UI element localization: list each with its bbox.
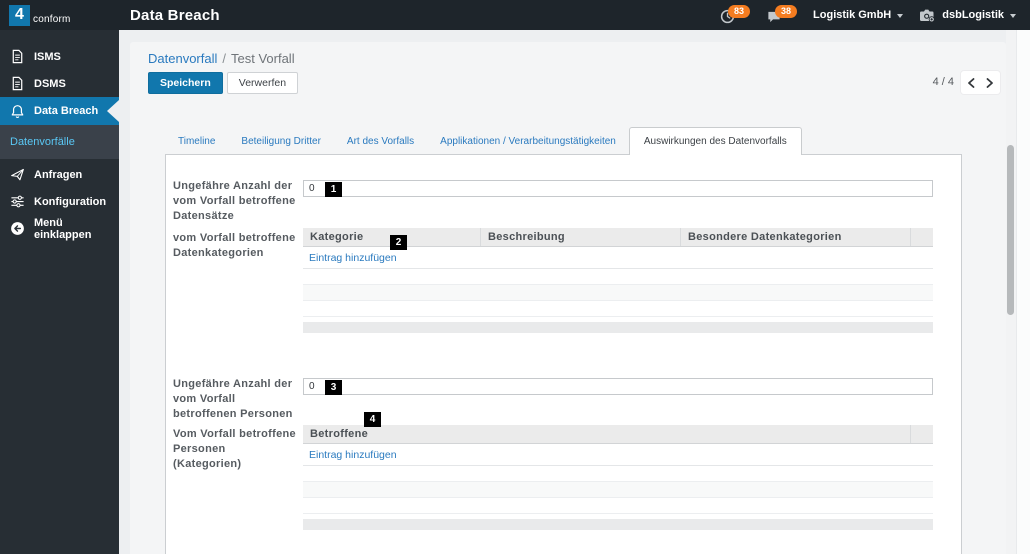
table-row	[303, 482, 933, 498]
sidebar-item-label: Konfiguration	[34, 195, 107, 208]
sidebar-item-label: DSMS	[34, 77, 66, 90]
messages-button[interactable]: 38	[766, 5, 798, 25]
sidebar: ISMS DSMS Data Breach Datenvorfälle Anfr…	[0, 30, 119, 554]
topbar-right: 83 38 Logistik GmbH dsbLogistik	[720, 5, 1030, 25]
breadcrumb: Datenvorfall / Test Vorfall	[148, 51, 295, 66]
som-marker-2: 2	[390, 235, 407, 250]
collapse-arrow-icon	[11, 222, 24, 235]
column-header-betroffene: Betroffene	[303, 425, 911, 443]
column-header-actions	[911, 425, 933, 443]
column-header-actions	[911, 228, 933, 246]
user-menu[interactable]: dsbLogistik	[919, 8, 1016, 23]
sidebar-item-konfiguration[interactable]: Konfiguration	[0, 188, 119, 215]
tab-timeline[interactable]: Timeline	[165, 136, 228, 147]
tab-beteiligung-dritter[interactable]: Beteiligung Dritter	[228, 136, 333, 147]
persons-count-label: Ungefähre Anzahl der vom Vorfall betroff…	[173, 378, 293, 420]
chevron-right-icon	[986, 77, 994, 88]
sidebar-item-label: ISMS	[34, 50, 61, 63]
sidebar-subitem-label: Datenvorfälle	[10, 136, 75, 148]
add-entry-link[interactable]: Eintrag hinzufügen	[309, 449, 397, 461]
breadcrumb-separator: /	[222, 51, 226, 66]
table-row	[303, 269, 933, 285]
record-pagination-indicator: 4 / 4	[932, 76, 954, 88]
sidebar-item-label: Data Breach	[34, 105, 99, 117]
table-footer-bar	[303, 519, 933, 530]
scrollbar-track[interactable]	[1006, 30, 1016, 554]
module-title: Data Breach	[130, 6, 220, 24]
tab-panel: Ungefähre Anzahl der vom Vorfall betroff…	[165, 154, 962, 554]
breadcrumb-current: Test Vorfall	[231, 51, 295, 66]
chevron-down-icon	[897, 13, 904, 18]
som-marker-3: 3	[325, 380, 342, 395]
tab-auswirkungen-des-datenvorfalls[interactable]: Auswirkungen des Datenvorfalls	[628, 127, 802, 155]
record-pager	[961, 71, 1000, 94]
add-entry-link[interactable]: Eintrag hinzufügen	[309, 252, 397, 264]
sidebar-item-collapse-menu[interactable]: Menü einklappen	[0, 215, 119, 242]
save-button[interactable]: Speichern	[148, 72, 223, 94]
tab-bar: Timeline Beteiligung Dritter Art des Vor…	[165, 127, 802, 155]
action-buttons: Speichern Verwerfen	[148, 72, 299, 94]
som-marker-1: 1	[325, 182, 342, 197]
sidebar-item-dsms[interactable]: DSMS	[0, 70, 119, 97]
sidebar-item-label: Menü einklappen	[34, 216, 92, 241]
user-label: dsbLogistik	[942, 9, 1004, 21]
chevron-down-icon	[1010, 13, 1016, 18]
chevron-left-icon	[967, 77, 975, 88]
logo-4-icon: 4	[9, 4, 30, 26]
table-row	[303, 498, 933, 514]
topbar: 4 conform Data Breach 83 38 Logistik Gmb…	[0, 0, 1030, 30]
records-count-label: Ungefähre Anzahl der vom Vorfall betroff…	[173, 180, 296, 222]
table-add-row: Eintrag hinzufügen	[303, 444, 933, 466]
table-row	[303, 301, 933, 317]
sidebar-item-anfragen[interactable]: Anfragen	[0, 161, 119, 188]
reminders-button[interactable]: 83	[720, 5, 751, 25]
breadcrumb-parent-link[interactable]: Datenvorfall	[148, 51, 217, 66]
camera-user-icon	[920, 9, 935, 22]
prev-record-button[interactable]	[964, 75, 978, 91]
discard-button[interactable]: Verwerfen	[226, 72, 299, 94]
table-add-row: Eintrag hinzufügen	[303, 247, 933, 269]
logo-brand-text: conform	[33, 14, 71, 25]
column-header-beschreibung: Beschreibung	[481, 228, 681, 246]
organization-label: Logistik GmbH	[813, 9, 892, 21]
app-logo[interactable]: 4 conform	[0, 4, 119, 26]
records-count-input[interactable]	[303, 180, 933, 197]
document-icon	[12, 76, 23, 91]
sidebar-item-data-breach[interactable]: Data Breach	[0, 97, 119, 125]
sidebar-subitem-datenvorfaelle[interactable]: Datenvorfälle	[0, 125, 119, 159]
som-marker-4: 4	[364, 412, 381, 427]
messages-count-badge: 38	[775, 5, 798, 18]
content-card: Datenvorfall / Test Vorfall Speichern Verw…	[130, 42, 1006, 554]
document-icon	[12, 49, 23, 64]
paper-plane-icon	[11, 168, 24, 181]
sidebar-item-isms[interactable]: ISMS	[0, 43, 119, 70]
affected-persons-label: Vom Vorfall betroffene Personen (Kategor…	[173, 428, 296, 470]
persons-count-input[interactable]	[303, 378, 933, 395]
table-row	[303, 466, 933, 482]
table-header-row: Betroffene	[303, 425, 933, 444]
scrollbar-thumb[interactable]	[1007, 145, 1014, 315]
column-header-besondere-datenkategorien: Besondere Datenkategorien	[681, 228, 911, 246]
bell-icon	[11, 104, 24, 118]
sidebar-item-label: Anfragen	[34, 168, 83, 181]
organization-menu[interactable]: Logistik GmbH	[813, 9, 904, 21]
tab-art-des-vorfalls[interactable]: Art des Vorfalls	[334, 136, 427, 147]
table-row	[303, 285, 933, 301]
sliders-icon	[11, 195, 24, 208]
tab-applikationen-verarbeitungstaetigkeiten[interactable]: Applikationen / Verarbeitungstätigkeiten	[427, 136, 629, 147]
window-scrollbar-gutter	[1016, 30, 1030, 554]
reminders-count-badge: 83	[728, 5, 751, 18]
data-categories-label: vom Vorfall betroffene Datenkategorien	[173, 232, 296, 259]
table-footer-bar	[303, 322, 933, 333]
next-record-button[interactable]	[983, 75, 997, 91]
affected-persons-table: Betroffene Eintrag hinzufügen	[303, 425, 933, 530]
